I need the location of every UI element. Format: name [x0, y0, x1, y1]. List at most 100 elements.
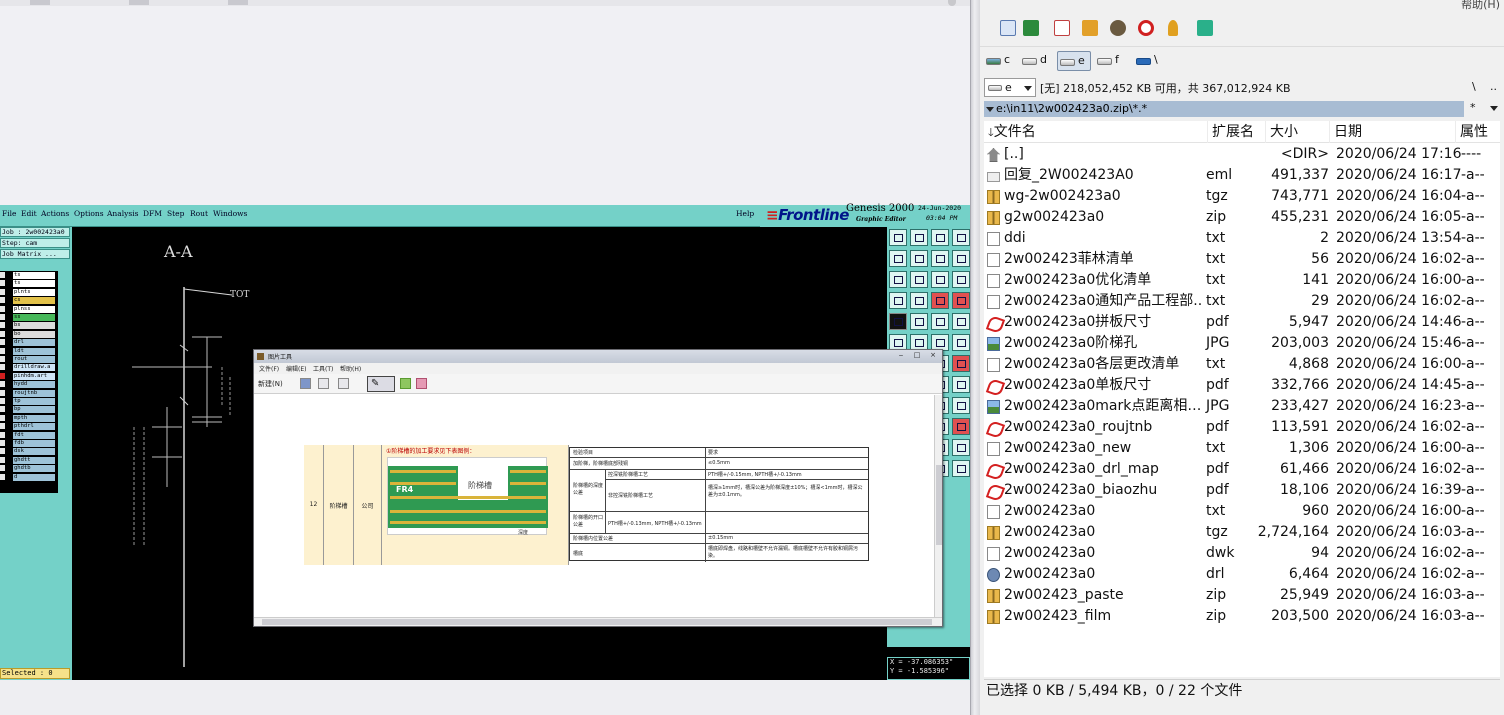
layer-checkbox[interactable] — [0, 440, 5, 446]
layer-row[interactable]: plnss — [0, 305, 58, 314]
file-row[interactable]: 2w002423a0单板尺寸 pdf 332,766 2020/06/24 14:45… — [984, 375, 1500, 396]
layer-row[interactable]: roujtnb — [0, 389, 58, 398]
layer-row[interactable]: d — [0, 473, 58, 482]
menu-windows[interactable]: Windows — [213, 209, 247, 218]
scroll-thumb[interactable] — [262, 619, 932, 625]
copy-icon[interactable] — [318, 378, 329, 389]
file-row[interactable]: 2w002423a0_roujtnb pdf 113,591 2020/06/24 1… — [984, 417, 1500, 438]
layer-checkbox[interactable] — [0, 347, 5, 354]
tool-button[interactable] — [910, 229, 928, 246]
layer-checkbox[interactable] — [0, 339, 5, 346]
filter-button[interactable]: * — [1470, 101, 1476, 114]
tool-button[interactable] — [889, 250, 907, 267]
drive-c[interactable]: c — [984, 51, 1016, 71]
layer-row[interactable]: hydd — [0, 381, 58, 389]
viewer-menu-tools[interactable]: 工具(T) — [313, 364, 333, 373]
menu-help[interactable]: Help — [736, 209, 754, 218]
layer-row[interactable]: mpth — [0, 414, 58, 423]
layer-row[interactable]: pthdrl — [0, 423, 58, 431]
file-row[interactable]: 2w002423a0 dwk 94 2020/06/24 16:02 -a-- — [984, 543, 1500, 564]
col-date[interactable]: 日期 — [1330, 121, 1456, 143]
viewer-titlebar[interactable]: 图片工具 ‒ □ × — [254, 350, 942, 363]
col-ext[interactable]: 扩展名 — [1208, 121, 1266, 143]
drive-network[interactable]: \ — [1134, 51, 1166, 71]
eraser-icon[interactable] — [416, 378, 427, 389]
layer-checkbox[interactable] — [0, 473, 5, 480]
key-icon[interactable] — [1168, 20, 1178, 36]
filter-dropdown-icon[interactable] — [1490, 106, 1498, 111]
tool-icon[interactable] — [1110, 20, 1126, 36]
tool-button[interactable] — [889, 271, 907, 288]
file-row[interactable]: ddi txt 2 2020/06/24 13:54 -a-- — [984, 228, 1500, 249]
tool-button[interactable] — [952, 313, 970, 330]
scroll-thumb[interactable] — [936, 465, 942, 545]
tool-button[interactable] — [931, 229, 949, 246]
file-row[interactable]: 2w002423a0 txt 960 2020/06/24 16:00 -a-- — [984, 501, 1500, 522]
drive-d[interactable]: d — [1020, 51, 1052, 71]
file-row[interactable]: g2w002423a0 zip 455,231 2020/06/24 16:05 -a-… — [984, 207, 1500, 228]
layer-row[interactable]: plnts — [0, 288, 58, 297]
layer-checkbox[interactable] — [0, 372, 5, 379]
layer-checkbox[interactable] — [0, 381, 5, 388]
tool-button[interactable] — [931, 250, 949, 267]
save-icon[interactable] — [300, 378, 311, 389]
drive-combo[interactable]: e — [984, 78, 1036, 97]
layer-checkbox[interactable] — [0, 398, 5, 404]
layer-row[interactable]: bp — [0, 406, 58, 414]
minimize-button[interactable]: ‒ — [894, 351, 908, 361]
maximize-button[interactable]: □ — [910, 351, 924, 361]
layer-checkbox[interactable] — [0, 356, 5, 362]
tool-button[interactable] — [952, 250, 970, 267]
layer-checkbox[interactable] — [0, 280, 5, 287]
layer-checkbox[interactable] — [0, 297, 5, 304]
layer-checkbox[interactable] — [0, 431, 5, 438]
tool-button[interactable] — [889, 229, 907, 246]
layer-row[interactable]: ss — [0, 314, 58, 322]
bookmark-icon[interactable] — [1082, 20, 1098, 36]
file-row[interactable]: 2w002423a0各层更改清单 txt 4,868 2020/06/24 16:00… — [984, 354, 1500, 375]
menu-edit[interactable]: Edit — [21, 209, 37, 218]
col-attr[interactable]: 属性 — [1456, 121, 1500, 143]
layer-checkbox[interactable] — [0, 288, 5, 295]
col-size[interactable]: 大小 — [1266, 121, 1330, 143]
app-icon[interactable] — [1197, 20, 1213, 36]
file-row[interactable]: 回复_2W002423A0 eml 491,337 2020/06/24 16:17-… — [984, 165, 1500, 186]
history-dropdown-icon[interactable] — [986, 107, 994, 112]
layer-row[interactable]: cs — [0, 297, 58, 305]
drive-f[interactable]: f — [1095, 51, 1127, 71]
file-row[interactable]: 2w002423a0 drl 6,464 2020/06/24 16:02 -a-- — [984, 564, 1500, 585]
file-row[interactable]: 2w002423a0拼板尺寸 pdf 5,947 2020/06/24 14:46 -a… — [984, 312, 1500, 333]
file-row[interactable]: 2w002423a0_new txt 1,306 2020/06/24 16:00 -a… — [984, 438, 1500, 459]
tool-button[interactable] — [910, 313, 928, 330]
tool-button[interactable] — [910, 250, 928, 267]
pane-divider[interactable] — [970, 0, 980, 715]
layer-row[interactable]: pinhdm.art — [0, 372, 58, 381]
tool-button[interactable] — [952, 355, 970, 372]
viewer-menu-help[interactable]: 帮助(H) — [340, 364, 361, 373]
layer-row[interactable]: drilldraw.a — [0, 364, 58, 372]
close-button[interactable]: × — [926, 351, 940, 361]
tool-button[interactable] — [952, 292, 970, 309]
layer-row[interactable]: ts — [0, 272, 58, 280]
path-bar[interactable]: e:\in11\2w002423a0.zip\*.* — [984, 101, 1464, 117]
tool-button[interactable] — [889, 292, 907, 309]
layer-checkbox[interactable] — [0, 423, 5, 430]
menu-file[interactable]: File — [2, 209, 16, 218]
viewer-vertical-scrollbar[interactable] — [934, 395, 942, 617]
layer-row[interactable]: ldt — [0, 347, 58, 356]
layer-checkbox[interactable] — [0, 330, 5, 337]
layer-checkbox[interactable] — [0, 305, 5, 312]
file-row[interactable]: 2w002423a0通知产品工程部.. txt 29 2020/06/24 16:02… — [984, 291, 1500, 312]
file-row[interactable]: 2w002423a0阶梯孔 JPG 203,003 2020/06/24 15:46-… — [984, 333, 1500, 354]
file-row[interactable]: 2w002423a0_biaozhu pdf 18,106 2020/06/24 16… — [984, 480, 1500, 501]
col-name[interactable]: 🡓文件名 — [984, 121, 1208, 143]
tool-button[interactable] — [952, 418, 970, 435]
layer-row[interactable]: bs — [0, 322, 58, 330]
layer-row[interactable]: ghdtb — [0, 465, 58, 473]
layer-row[interactable]: bo — [0, 330, 58, 339]
drive-e[interactable]: e — [1057, 51, 1091, 71]
layer-checkbox[interactable] — [0, 272, 5, 278]
tool-button[interactable] — [952, 376, 970, 393]
layer-checkbox[interactable] — [0, 322, 5, 329]
tool-button[interactable] — [931, 271, 949, 288]
